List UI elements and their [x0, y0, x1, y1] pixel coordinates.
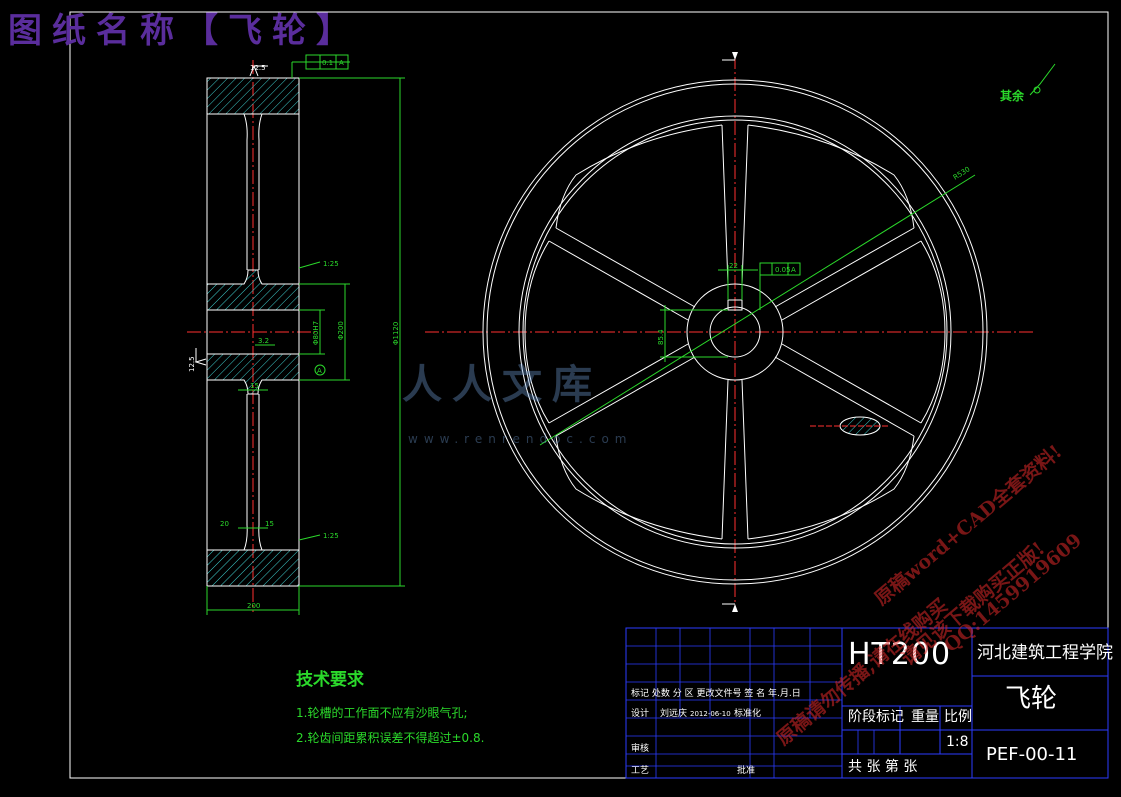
- revision-header: 标记 处数 分 区 更改文件号 签 名 年.月.日: [631, 689, 801, 699]
- taper-upper: 1:25: [323, 260, 339, 268]
- tech-req-item: 1.轮槽的工作面不应有沙眼气孔;: [296, 706, 468, 720]
- design-date: 2012-06-10: [690, 710, 731, 718]
- tolerance-value: 0.1: [322, 59, 333, 67]
- ra-left-label: 12.5: [188, 356, 196, 372]
- bore-dim: Φ80H7: [312, 321, 320, 345]
- ra-top-label: 12.5: [250, 64, 266, 72]
- roughness-other: 其余: [1000, 88, 1025, 103]
- tech-req-title: 技术要求: [296, 670, 364, 690]
- drawing-number: PEF-00-11: [986, 744, 1078, 765]
- r-side-dim: 3.2: [258, 337, 269, 345]
- rim-top-section: [206, 77, 300, 115]
- tolerance-datum: A: [339, 59, 344, 67]
- rim-a-dim: 20: [220, 520, 229, 528]
- standard-label: 标准化: [734, 709, 762, 719]
- web-dim: 15: [250, 382, 259, 390]
- key-width-dim: 22: [729, 262, 738, 270]
- designer-name: 刘远庆: [660, 709, 688, 719]
- drawing-sheet: 12.5 0.1 A 1:25 1:25 200 15 3.2 20 15 A …: [0, 0, 1121, 793]
- outer-dia-dim: Φ1120: [392, 322, 400, 345]
- width-dim: 200: [247, 602, 260, 610]
- process-label: 工艺: [631, 766, 650, 776]
- weight-label: 重量: [911, 709, 939, 725]
- watermark-url: www.renrendoc.com: [408, 432, 633, 446]
- taper-lower: 1:25: [323, 532, 339, 540]
- part-name: 飞轮: [1005, 684, 1058, 714]
- drawing-title-banner: 图纸名称【飞轮】: [8, 11, 360, 51]
- tech-req-item: 2.轮齿间距累积误差不得超过±0.8.: [296, 731, 485, 745]
- roughness-symbol: [1029, 63, 1056, 96]
- datum-a-label: A: [317, 367, 322, 375]
- rim-b-dim: 15: [265, 520, 274, 528]
- sheets-label: 共 张 第 张: [848, 759, 918, 775]
- scale-value: 1:8: [946, 734, 969, 750]
- key-height-dim: 85.4: [657, 329, 665, 345]
- design-label: 设计: [631, 709, 650, 719]
- section-view: 12.5 0.1 A 1:25 1:25 200 15 3.2 20 15 A …: [187, 54, 405, 615]
- stage-label: 阶段标记: [848, 709, 904, 725]
- review-label: 审核: [631, 744, 650, 754]
- school-name: 河北建筑工程学院: [977, 643, 1113, 663]
- hub-section-upper: [206, 269, 300, 311]
- hub-dia-dim: Φ200: [337, 321, 345, 340]
- approve-label: 批准: [737, 766, 756, 776]
- sym-tol-value: 0.05: [775, 266, 791, 274]
- scale-label: 比例: [944, 709, 972, 725]
- technical-requirements: 技术要求 1.轮槽的工作面不应有沙眼气孔; 2.轮齿间距累积误差不得超过±0.8…: [296, 665, 484, 754]
- rim-bottom-section: [206, 549, 300, 587]
- sym-tol-datum: A: [791, 266, 796, 274]
- watermark-logo: 人人文库: [402, 361, 602, 408]
